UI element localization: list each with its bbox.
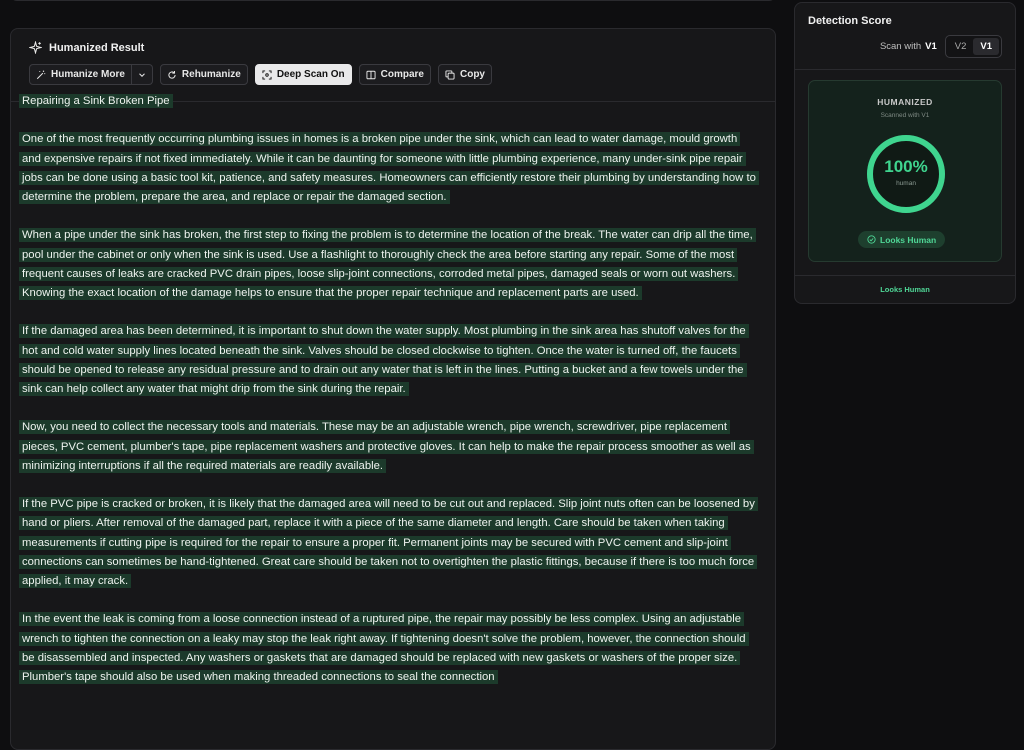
- detection-score-title: Detection Score: [808, 15, 892, 27]
- score-card: HUMANIZED Scanned with V1 100% human Loo…: [808, 80, 1002, 262]
- humanized-text: Repairing a Sink Broken Pipe One of the …: [19, 92, 759, 706]
- columns-icon: [366, 70, 376, 79]
- paragraph-text: In the event the leak is coming from a l…: [19, 612, 749, 684]
- paragraph-text: One of the most frequently occurring plu…: [19, 132, 759, 204]
- panel-title: Humanized Result: [29, 41, 144, 54]
- copy-button[interactable]: Copy: [437, 64, 492, 85]
- humanize-more-button[interactable]: Humanize More: [29, 64, 132, 85]
- scan-version: V1: [925, 41, 937, 52]
- looks-human-badge: Looks Human: [858, 231, 946, 248]
- paragraph: One of the most frequently occurring plu…: [19, 130, 759, 207]
- rehumanize-button[interactable]: Rehumanize: [159, 64, 248, 85]
- compare-button[interactable]: Compare: [358, 64, 431, 85]
- heading-text: Repairing a Sink Broken Pipe: [19, 94, 173, 108]
- scan-with-label: Scan with: [879, 41, 922, 52]
- scan-icon: [262, 69, 272, 80]
- paragraph: In the event the leak is coming from a l…: [19, 610, 759, 687]
- panel-title-text: Humanized Result: [49, 41, 145, 54]
- divider: [795, 69, 1015, 70]
- detection-score-panel: Detection Score Scan with V1 V2 V1 HUMAN…: [794, 2, 1016, 304]
- humanize-more-split: Humanize More: [29, 64, 153, 85]
- paragraph: If the damaged area has been determined,…: [19, 322, 759, 399]
- paragraph: When a pipe under the sink has broken, t…: [19, 226, 759, 303]
- paragraph: Now, you need to collect the necessary t…: [19, 418, 759, 476]
- compare-label: Compare: [380, 69, 424, 80]
- toolbar: Humanize More Rehumanize Deep Scan On Co…: [29, 64, 492, 85]
- result-heading: Repairing a Sink Broken Pipe: [19, 92, 759, 111]
- version-option-v1[interactable]: V1: [973, 38, 999, 55]
- paragraph-text: When a pipe under the sink has broken, t…: [19, 228, 756, 300]
- paragraph: If the PVC pipe is cracked or broken, it…: [19, 495, 759, 591]
- check-circle-icon: [867, 235, 876, 244]
- deep-scan-toggle[interactable]: Deep Scan On: [254, 64, 352, 85]
- version-option-v2[interactable]: V2: [948, 38, 974, 55]
- footer-status: Looks Human: [880, 285, 930, 294]
- top-panel-edge: [10, 0, 776, 1]
- score-unit: human: [896, 180, 916, 187]
- humanize-more-label: Humanize More: [51, 69, 125, 80]
- badge-label: Looks Human: [880, 234, 937, 245]
- chevron-down-icon: [139, 72, 145, 77]
- copy-icon: [445, 69, 455, 80]
- rehumanize-label: Rehumanize: [181, 69, 241, 80]
- scan-version-row: Scan with V1 V2 V1: [880, 35, 1002, 58]
- sparkles-icon: [29, 41, 42, 54]
- wand-icon: [36, 70, 46, 79]
- deep-scan-label: Deep Scan On: [276, 69, 345, 80]
- refresh-icon: [168, 70, 176, 79]
- version-switch: V2 V1: [944, 35, 1002, 58]
- score-ring: 100% human: [865, 133, 947, 215]
- score-percent: 100%: [884, 157, 928, 176]
- divider: [795, 275, 1015, 276]
- paragraph-text: If the damaged area has been determined,…: [19, 324, 749, 396]
- humanize-options-dropdown[interactable]: [131, 64, 153, 85]
- score-card-subtitle: Scanned with V1: [880, 112, 930, 119]
- paragraph-text: If the PVC pipe is cracked or broken, it…: [19, 497, 758, 588]
- copy-label: Copy: [459, 69, 485, 80]
- score-card-label: HUMANIZED: [877, 97, 933, 107]
- paragraph-text: Now, you need to collect the necessary t…: [19, 420, 754, 473]
